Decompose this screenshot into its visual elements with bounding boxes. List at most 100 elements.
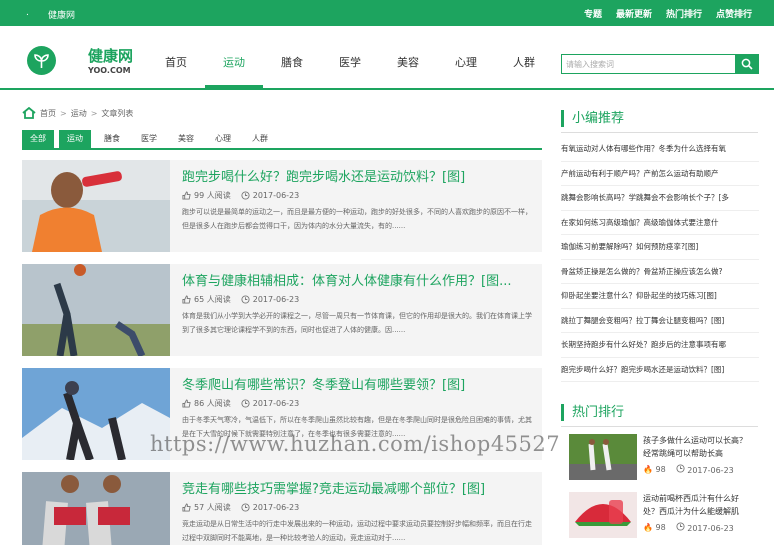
hot-ranking-divider	[561, 426, 758, 427]
editor-pick-item[interactable]: 在家如何练习高级瑜伽？高级瑜伽体式要注意什	[561, 211, 759, 235]
hot-item-thumbnail[interactable]	[569, 434, 637, 480]
clock-icon	[241, 399, 250, 408]
editor-pick-item[interactable]: 产前运动有利于顺产吗？产前怎么运动有助顺产	[561, 162, 759, 186]
hot-item-date: 2017-06-23	[687, 466, 734, 475]
article-date: 2017-06-23	[252, 191, 300, 200]
filter-sports[interactable]: 运动	[59, 130, 91, 148]
search-placeholder: 请输入搜索词	[566, 60, 614, 69]
article-date: 2017-06-23	[252, 503, 300, 512]
logo-subtitle: YOO.COM	[88, 66, 131, 75]
article-summary: 跑步可以说是最简单的运动之一，而且是最方便的一种运动，跑步的好处很多，不同的人喜…	[182, 208, 532, 230]
crumb-home[interactable]: 首页	[40, 108, 56, 119]
filter-beauty[interactable]: 美容	[170, 130, 202, 148]
logo-leaf-icon[interactable]	[27, 46, 56, 75]
article-reads: 65 人阅读	[194, 295, 231, 304]
top-link-topics[interactable]: 专题	[584, 7, 602, 20]
article-title[interactable]: 体育与健康相辅相成：体育对人体健康有什么作用？[图...	[182, 270, 511, 289]
top-link-like-ranking[interactable]: 点赞排行	[716, 7, 752, 20]
hot-item-count: 98	[655, 523, 666, 532]
editor-pick-item[interactable]: 长期坚持跑步有什么好处？跑步后的注意事项有哪	[561, 333, 759, 358]
nav-diet[interactable]: 膳食	[263, 26, 321, 88]
fire-icon: 🔥	[643, 523, 653, 532]
hot-item-count: 98	[655, 465, 666, 474]
article-date: 2017-06-23	[252, 399, 300, 408]
filter-all[interactable]: 全部	[22, 130, 54, 148]
editor-pick-item[interactable]: 骨盆矫正操是怎么做的？骨盆矫正操应该怎么做?	[561, 260, 759, 284]
crumb-sports[interactable]: 运动	[71, 108, 87, 119]
article-title[interactable]: 冬季爬山有哪些常识？冬季登山有哪些要领？[图]	[182, 374, 465, 393]
home-icon[interactable]	[22, 107, 36, 119]
clock-icon	[241, 191, 250, 200]
filter-medicine[interactable]: 医学	[133, 130, 165, 148]
article-title[interactable]: 跑完步喝什么好？跑完步喝水还是运动饮料？[图]	[182, 166, 465, 185]
article-reads: 99 人阅读	[194, 191, 231, 200]
editor-pick-item[interactable]: 仰卧起坐要注意什么？仰卧起坐的技巧练习[图]	[561, 284, 759, 309]
article-meta: 99 人阅读 2017-06-23	[182, 190, 299, 201]
article-thumbnail[interactable]	[22, 160, 170, 252]
logo-title[interactable]: 健康网	[88, 45, 133, 66]
top-links: 专题 最新更新 热门排行 点赞排行	[584, 7, 752, 20]
editor-pick-item[interactable]: 有氧运动对人体有哪些作用？冬季为什么选择有氧	[561, 137, 759, 162]
search-button[interactable]	[736, 54, 759, 74]
article-reads: 86 人阅读	[194, 399, 231, 408]
clock-icon	[676, 522, 685, 531]
search-input[interactable]: 请输入搜索词	[561, 54, 736, 74]
watermark: https://www.huzhan.com/ishop45527	[150, 432, 561, 456]
hot-item-title[interactable]: 运动前喝杯西瓜汁有什么好处？西瓜汁为什么能缓解肌	[643, 492, 753, 518]
hot-item-meta: 🔥 98 2017-06-23	[643, 464, 734, 475]
fire-icon: 🔥	[643, 465, 653, 474]
nav-home[interactable]: 首页	[147, 26, 205, 88]
hot-item[interactable]: 运动前喝杯西瓜汁有什么好处？西瓜汁为什么能缓解肌 🔥 98 2017-06-23	[569, 492, 759, 544]
nav-psychology[interactable]: 心理	[437, 26, 495, 88]
clock-icon	[676, 464, 685, 473]
filter-diet[interactable]: 膳食	[96, 130, 128, 148]
editor-pick-item[interactable]: 跳拉丁舞腿会变粗吗？拉丁舞会让腿变粗吗？[图]	[561, 309, 759, 333]
top-link-latest[interactable]: 最新更新	[616, 7, 652, 20]
article-item[interactable]: 跑完步喝什么好？跑完步喝水还是运动饮料？[图] 99 人阅读 2017-06-2…	[22, 160, 542, 252]
nav-people[interactable]: 人群	[495, 26, 553, 88]
top-bar-dot: .	[26, 8, 29, 18]
article-meta: 86 人阅读 2017-06-23	[182, 398, 299, 409]
main-nav: 首页 运动 膳食 医学 美容 心理 人群	[147, 26, 553, 88]
editor-picks-divider	[561, 132, 758, 133]
filter-people[interactable]: 人群	[244, 130, 276, 148]
clock-icon	[241, 503, 250, 512]
nav-sports[interactable]: 运动	[205, 26, 263, 88]
editor-picks-title: 小编推荐	[561, 110, 624, 127]
crumb-article-list: 文章列表	[101, 108, 134, 118]
thumbs-up-icon	[182, 191, 191, 200]
editor-picks-list: 有氧运动对人体有哪些作用？冬季为什么选择有氧 产前运动有利于顺产吗？产前怎么运动…	[561, 137, 759, 382]
site-name-link[interactable]: 健康网	[48, 8, 75, 21]
article-summary: 竞走运动是从日常生活中的行走中发展出来的一种运动，运动过程中要求运动员要控制好步…	[182, 520, 532, 542]
article-item[interactable]: 体育与健康相辅相成：体育对人体健康有什么作用？[图... 65 人阅读 2017…	[22, 264, 542, 356]
editor-pick-item[interactable]: 跑完步喝什么好？跑完步喝水还是运动饮料？[图]	[561, 358, 759, 382]
article-thumbnail[interactable]	[22, 264, 170, 356]
thumbs-up-icon	[182, 399, 191, 408]
article-reads: 57 人阅读	[194, 503, 231, 512]
article-meta: 65 人阅读 2017-06-23	[182, 294, 299, 305]
article-thumbnail[interactable]	[22, 368, 170, 460]
hot-ranking-title: 热门排行	[561, 404, 624, 421]
hot-item-date: 2017-06-23	[687, 524, 734, 533]
hot-item-thumbnail[interactable]	[569, 492, 637, 538]
breadcrumb: 首页 > 运动 > 文章列表	[22, 106, 133, 120]
hot-item[interactable]: 孩子多做什么运动可以长高？经常跳绳可以帮助长高 🔥 98 2017-06-23	[569, 434, 759, 486]
hot-item-title[interactable]: 孩子多做什么运动可以长高？经常跳绳可以帮助长高	[643, 434, 753, 460]
article-date: 2017-06-23	[252, 295, 300, 304]
filter-psychology[interactable]: 心理	[207, 130, 239, 148]
article-title[interactable]: 竞走有哪些技巧需掌握?竞走运动最减哪个部位？[图]	[182, 478, 485, 497]
top-bar: . 健康网 专题 最新更新 热门排行 点赞排行	[0, 0, 774, 26]
editor-pick-item[interactable]: 瑜伽练习前要解除吗？如何预防痉挛?[图]	[561, 235, 759, 260]
header: 健康网 YOO.COM 首页 运动 膳食 医学 美容 心理 人群 请输入搜索词	[0, 26, 774, 90]
thumbs-up-icon	[182, 295, 191, 304]
thumbs-up-icon	[182, 503, 191, 512]
top-link-hot-ranking[interactable]: 热门排行	[666, 7, 702, 20]
editor-pick-item[interactable]: 跳舞会影响长高吗？学跳舞会不会影响长个子？[多	[561, 186, 759, 211]
article-item[interactable]: 竞走有哪些技巧需掌握?竞走运动最减哪个部位？[图] 57 人阅读 2017-06…	[22, 472, 542, 545]
nav-beauty[interactable]: 美容	[379, 26, 437, 88]
article-summary: 体育是我们从小学到大学必开的课程之一，尽管一周只有一节体育课，但它的作用却是很大…	[182, 312, 532, 334]
clock-icon	[241, 295, 250, 304]
nav-medicine[interactable]: 医学	[321, 26, 379, 88]
search-icon	[741, 58, 753, 70]
article-thumbnail[interactable]	[22, 472, 170, 545]
